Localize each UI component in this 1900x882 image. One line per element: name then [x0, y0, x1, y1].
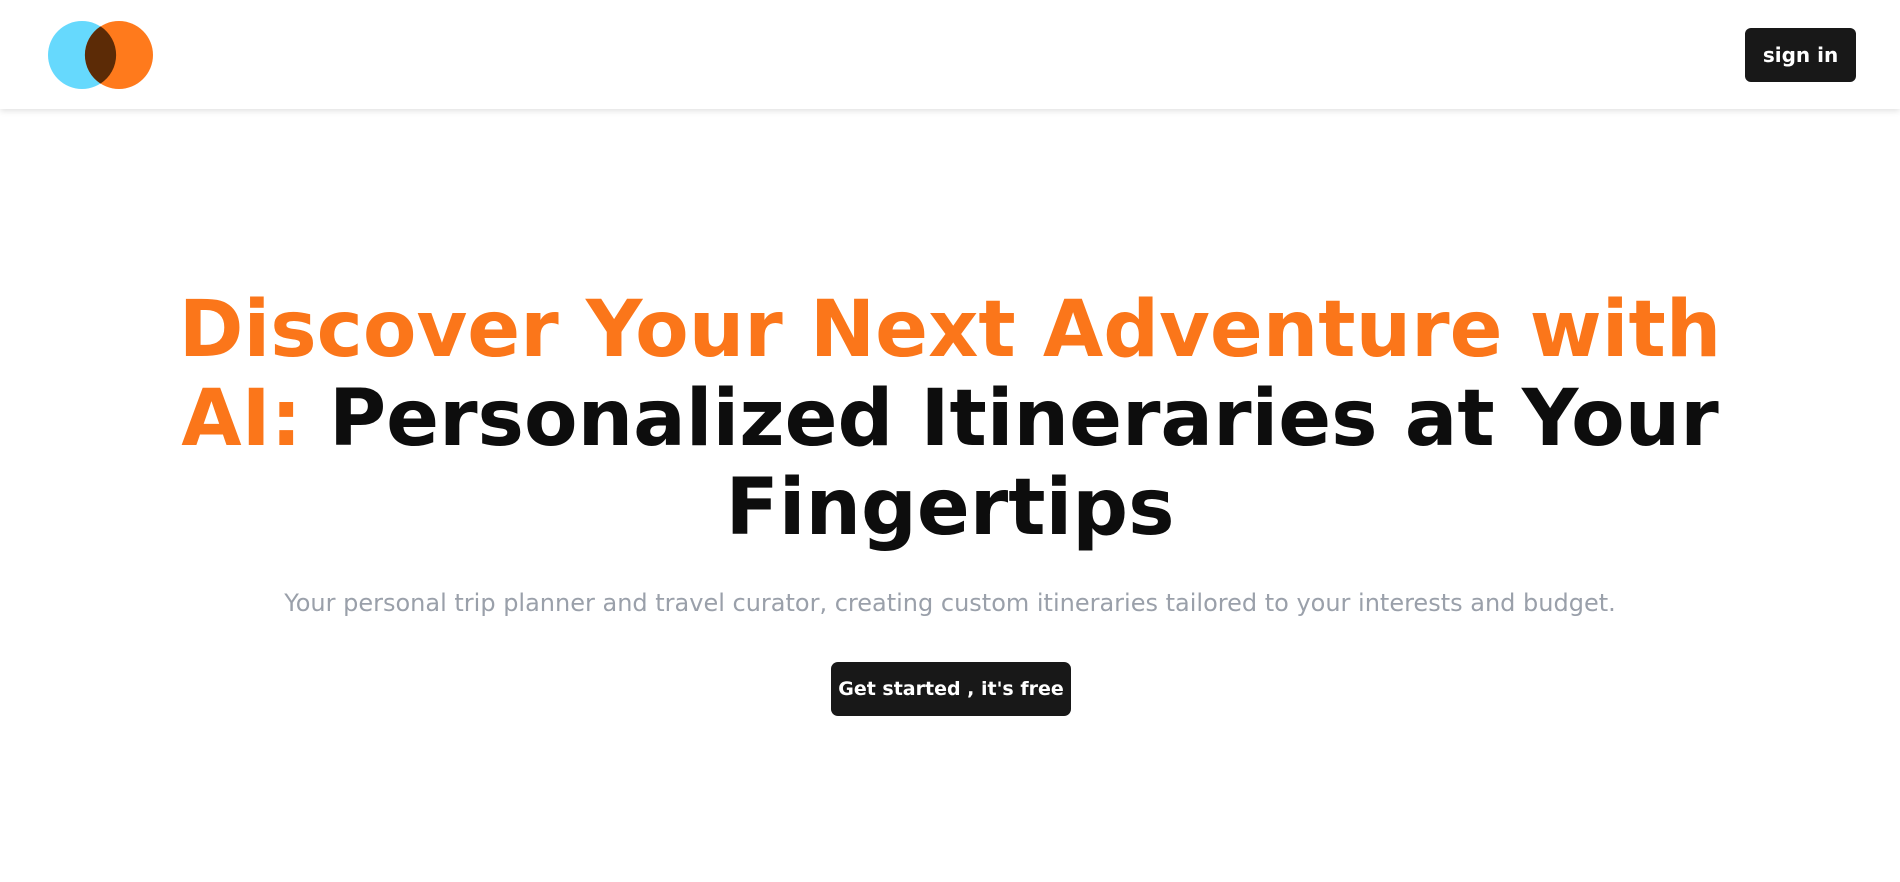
overlapping-circles-logo-icon: [48, 21, 153, 89]
headline-rest: Personalized Itineraries at Your Fingert…: [329, 374, 1719, 553]
top-navbar: sign in: [0, 0, 1900, 109]
get-started-button[interactable]: Get started , it's free: [831, 662, 1071, 716]
hero-section: Discover Your Next Adventure with AI: Pe…: [0, 109, 1900, 882]
sign-in-button[interactable]: sign in: [1745, 28, 1856, 82]
hero-subtitle: Your personal trip planner and travel cu…: [284, 589, 1616, 617]
hero-headline: Discover Your Next Adventure with AI: Pe…: [150, 286, 1750, 553]
logo-icon[interactable]: [48, 20, 154, 90]
